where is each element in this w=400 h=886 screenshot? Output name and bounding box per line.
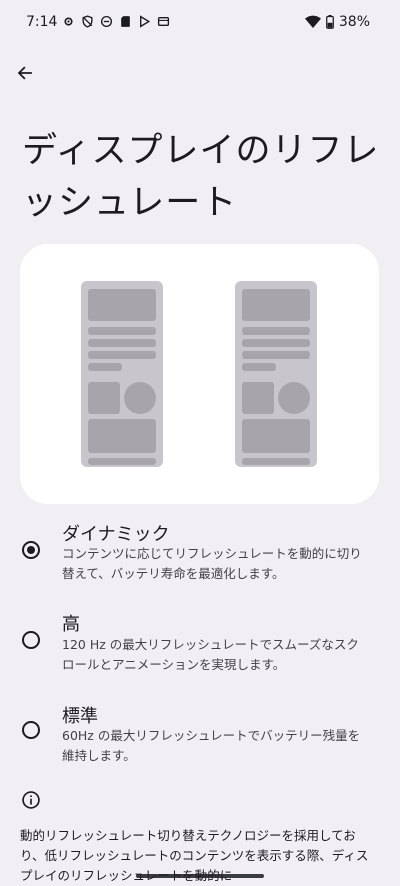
back-button[interactable]: [10, 58, 40, 88]
play-store-icon: [140, 15, 151, 28]
screen-cast-icon: [157, 17, 170, 26]
gesture-nav-handle[interactable]: [136, 874, 264, 878]
phone-mockup: [235, 281, 317, 467]
battery-level: 38%: [338, 14, 370, 30]
option-title: ダイナミック: [62, 524, 170, 545]
sync-icon: [100, 15, 113, 28]
option-standard[interactable]: 標準 60Hz の最大リフレッシュレートでバッテリー残量を維持します。: [0, 700, 400, 772]
battery-icon: [325, 15, 334, 29]
option-description: 120 Hz の最大リフレッシュレートでスムーズなスクロールとアニメーションを実…: [62, 637, 359, 672]
option-title: 高: [62, 614, 80, 635]
option-dynamic[interactable]: ダイナミック コンテンツに応じてリフレッシュレートを動的に切り替えて、バッテリ寿…: [0, 518, 400, 590]
status-time: 7:14: [26, 14, 58, 30]
option-description: 60Hz の最大リフレッシュレートでバッテリー残量を維持します。: [62, 728, 361, 763]
option-high[interactable]: 高 120 Hz の最大リフレッシュレートでスムーズなスクロールとアニメーション…: [0, 608, 400, 680]
sd-card-icon: [121, 16, 130, 27]
status-right: 38%: [304, 14, 370, 30]
notification-icons: [62, 15, 170, 28]
preview-illustration: [20, 244, 379, 504]
shield-off-icon: [82, 15, 93, 28]
option-title: 標準: [62, 706, 98, 727]
radio-button-selected[interactable]: [22, 541, 40, 559]
radio-button[interactable]: [22, 631, 40, 649]
info-icon: [22, 791, 40, 809]
radio-button[interactable]: [22, 721, 40, 739]
settings-icon: [64, 17, 73, 26]
status-bar: 7:14 38%: [0, 0, 400, 46]
page-title: ディスプレイのリフレッシュレート: [22, 131, 380, 223]
phone-mockup: [81, 281, 163, 467]
wifi-icon: [304, 15, 321, 28]
option-description: コンテンツに応じてリフレッシュレートを動的に切り替えて、バッテリ寿命を最適化しま…: [62, 546, 362, 581]
arrow-back-icon: [17, 66, 32, 80]
